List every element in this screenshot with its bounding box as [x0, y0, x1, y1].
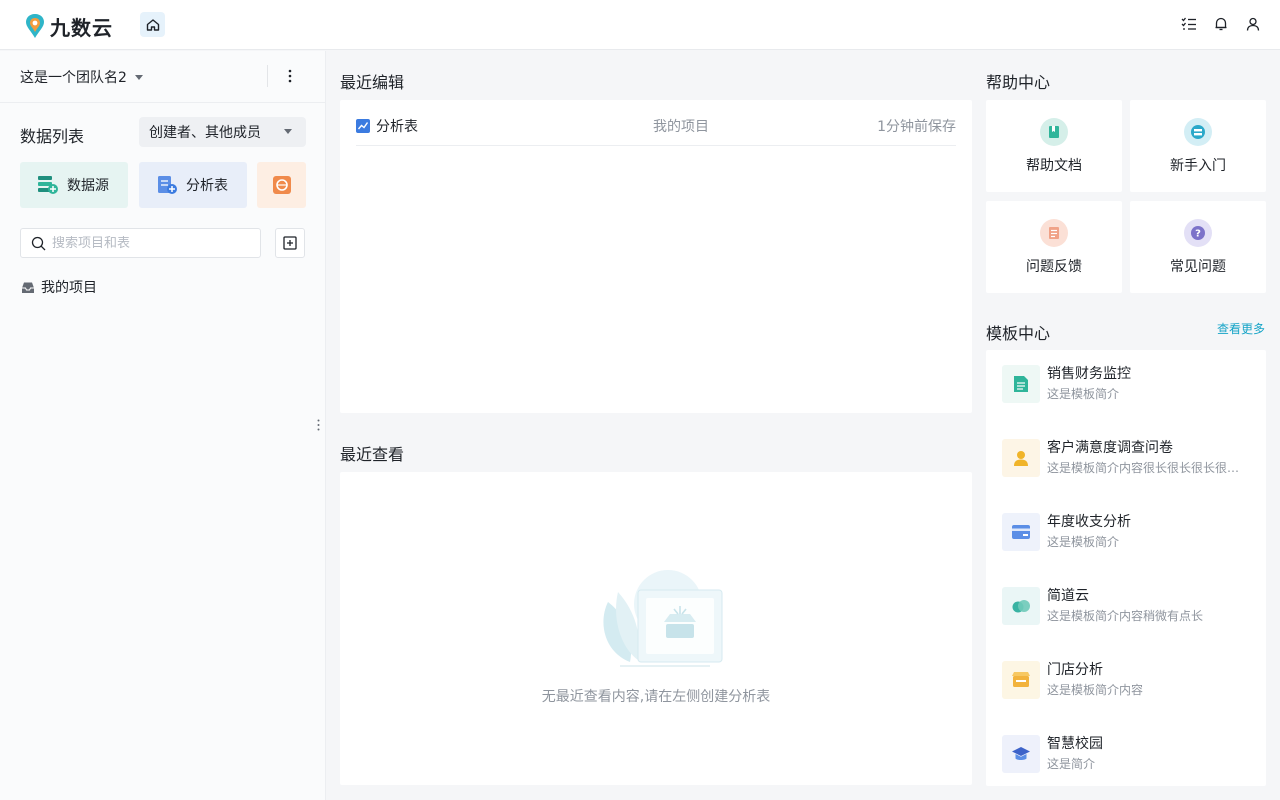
search-box — [20, 228, 261, 258]
divider — [267, 65, 268, 87]
recent-view-panel: 无最近查看内容,请在左侧创建分析表 — [340, 472, 972, 785]
new-analysis-button[interactable]: 分析表 — [139, 162, 247, 208]
team-more-button[interactable] — [282, 65, 298, 87]
help-docs-card[interactable]: 帮助文档 — [986, 100, 1122, 192]
list-item[interactable]: 客户满意度调查问卷 这是模板简介内容很长很长很长很长很长很长 — [1002, 437, 1258, 481]
feedback-label: 问题反馈 — [1026, 259, 1082, 275]
list-item[interactable]: 销售财务监控 这是模板简介 — [1002, 363, 1258, 407]
home-button[interactable] — [140, 12, 165, 37]
template-desc: 这是模板简介内容稍微有点长 — [1047, 609, 1204, 623]
recent-item-project: 我的项目 — [653, 119, 709, 135]
home-icon — [146, 18, 159, 31]
faq-card[interactable]: ? 常见问题 — [1130, 201, 1266, 293]
list-item[interactable]: 门店分析 这是模板简介内容 — [1002, 659, 1258, 703]
task-list-button[interactable] — [1180, 15, 1198, 33]
faq-label: 常见问题 — [1170, 259, 1226, 275]
cloud-icon — [1002, 587, 1040, 625]
search-input[interactable] — [52, 235, 252, 251]
svg-text:?: ? — [1195, 229, 1201, 240]
recent-edit-panel: 分析表 我的项目 1分钟前保存 — [340, 100, 972, 413]
sidebar: 这是一个团队名2 数据列表 创建者、其他成员 数据源 分析表 搜索项目和表 我的… — [0, 51, 326, 800]
creator-filter[interactable]: 创建者、其他成员 — [139, 117, 306, 147]
plus-square-icon — [283, 236, 297, 250]
graduation-cap-icon — [1002, 735, 1040, 773]
customer-icon — [1002, 439, 1040, 477]
signpost-icon — [1184, 118, 1212, 146]
template-desc: 这是模板简介内容 — [1047, 683, 1144, 697]
add-item-button[interactable] — [275, 228, 305, 258]
template-name: 门店分析 — [1047, 662, 1103, 678]
list-item[interactable]: 简道云 这是模板简介内容稍微有点长 — [1002, 585, 1258, 629]
book-icon — [1040, 118, 1068, 146]
sidebar-resize-handle[interactable] — [314, 417, 322, 433]
team-switcher[interactable]: 这是一个团队名2 — [20, 67, 143, 87]
getting-started-card[interactable]: 新手入门 — [1130, 100, 1266, 192]
recent-view-title: 最近查看 — [340, 445, 405, 464]
chevron-down-icon — [134, 74, 143, 80]
drag-handle-icon — [317, 419, 319, 431]
my-projects-label: 我的项目 — [41, 280, 97, 296]
chevron-down-icon — [284, 129, 292, 134]
question-icon: ? — [1184, 219, 1212, 247]
template-name: 客户满意度调查问卷 — [1047, 440, 1173, 456]
bell-icon — [1215, 17, 1227, 31]
empty-state-illustration — [603, 570, 723, 667]
wallet-icon — [1002, 513, 1040, 551]
table-row[interactable]: 分析表 我的项目 1分钟前保存 — [356, 114, 956, 146]
user-icon — [1246, 17, 1260, 31]
datasource-add-icon — [38, 176, 58, 194]
template-stamp-icon — [272, 176, 291, 194]
template-name: 年度收支分析 — [1047, 514, 1131, 530]
new-datasource-button[interactable]: 数据源 — [20, 162, 128, 208]
filter-value: 创建者、其他成员 — [149, 125, 261, 141]
inbox-icon — [22, 282, 34, 293]
template-name: 智慧校园 — [1047, 736, 1103, 752]
document-icon — [1002, 365, 1040, 403]
list-item[interactable]: 智慧校园 这是简介 — [1002, 733, 1258, 777]
list-item[interactable]: 年度收支分析 这是模板简介 — [1002, 511, 1258, 555]
template-list: 销售财务监控 这是模板简介 客户满意度调查问卷 这是模板简介内容很长很长很长很长… — [986, 350, 1266, 786]
more-create-button[interactable] — [257, 162, 306, 208]
template-desc: 这是模板简介内容很长很长很长很长很长很长 — [1047, 461, 1247, 475]
feedback-icon — [1040, 219, 1068, 247]
line-chart-icon — [356, 119, 370, 133]
team-row: 这是一个团队名2 — [0, 51, 326, 103]
view-more-link[interactable]: 查看更多 — [1217, 320, 1265, 337]
template-name: 销售财务监控 — [1047, 366, 1131, 382]
recent-item-name: 分析表 — [356, 116, 418, 136]
more-vertical-icon — [288, 69, 292, 83]
logo-icon — [26, 14, 44, 38]
template-desc: 这是模板简介 — [1047, 387, 1120, 401]
notification-button[interactable] — [1212, 15, 1230, 33]
template-desc: 这是模板简介 — [1047, 535, 1120, 549]
top-actions — [1180, 15, 1262, 33]
recent-edit-title: 最近编辑 — [340, 73, 405, 92]
top-bar: 九数云 — [0, 0, 1280, 50]
datasource-label: 数据源 — [67, 178, 109, 194]
recent-item-title: 分析表 — [376, 119, 418, 135]
brand-name: 九数云 — [50, 15, 113, 40]
analysis-label: 分析表 — [186, 178, 228, 194]
getting-started-label: 新手入门 — [1170, 158, 1226, 174]
data-list-title: 数据列表 — [20, 127, 85, 146]
recent-item-time: 1分钟前保存 — [877, 119, 956, 135]
template-center-title: 模板中心 — [986, 324, 1051, 343]
template-desc: 这是简介 — [1047, 757, 1096, 771]
help-center-title: 帮助中心 — [986, 73, 1051, 92]
team-name: 这是一个团队名2 — [20, 70, 127, 86]
task-list-icon — [1181, 17, 1196, 30]
analysis-add-icon — [158, 176, 177, 194]
brand-logo[interactable]: 九数云 — [24, 12, 113, 40]
template-name: 简道云 — [1047, 588, 1089, 604]
feedback-card[interactable]: 问题反馈 — [986, 201, 1122, 293]
help-docs-label: 帮助文档 — [1026, 158, 1082, 174]
store-icon — [1002, 661, 1040, 699]
sidebar-item-my-projects[interactable]: 我的项目 — [21, 277, 97, 297]
search-icon — [31, 236, 46, 250]
user-button[interactable] — [1244, 15, 1262, 33]
empty-state-text: 无最近查看内容,请在左侧创建分析表 — [541, 689, 771, 705]
